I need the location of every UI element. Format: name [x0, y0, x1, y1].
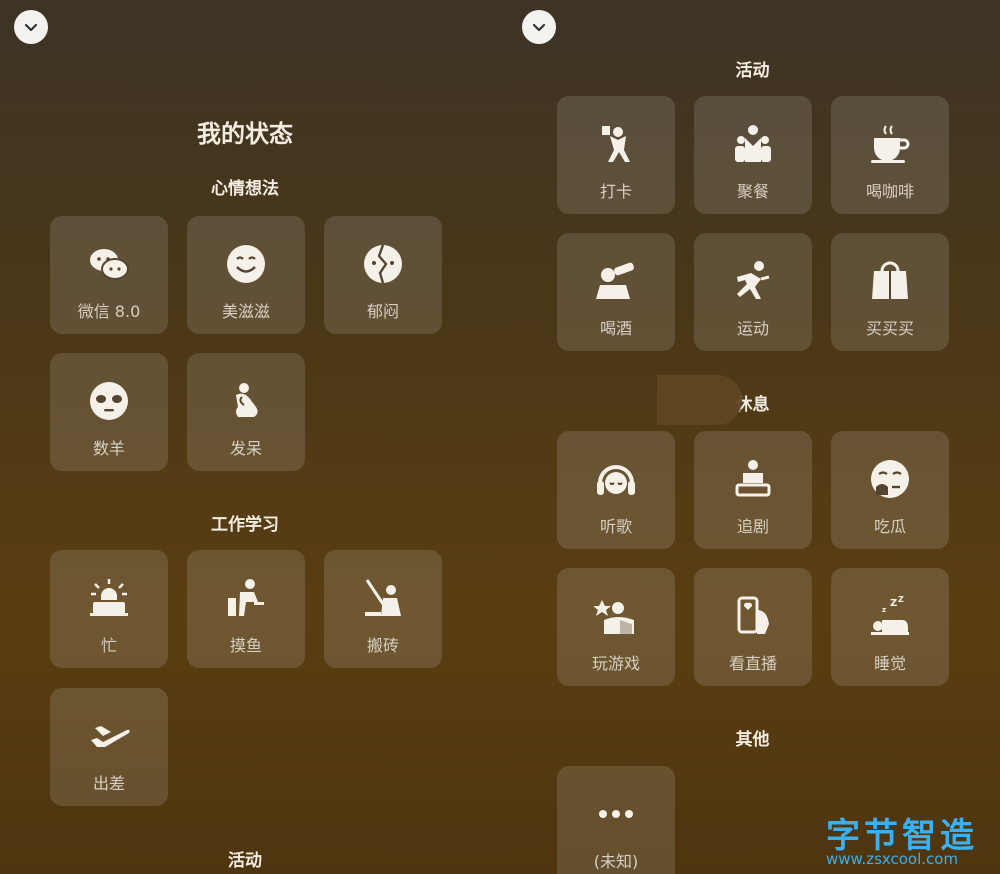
collapse-button[interactable] — [522, 10, 556, 44]
phone-live-icon — [737, 596, 769, 634]
left-status-panel: 我的状态 心情想法 微信 8.0 美滋滋 郁闷 数羊 发呆 工作学习 忙 摸鱼 … — [0, 0, 500, 874]
smile-face-icon — [227, 245, 265, 283]
status-tile-gossip[interactable]: 吃瓜 — [831, 431, 949, 549]
chat-bubbles-icon — [90, 249, 129, 280]
status-tile-binge-watch[interactable]: 追剧 — [694, 431, 812, 549]
status-label: 运动 — [736, 319, 769, 338]
worker-icon — [365, 579, 401, 616]
more-dots-icon — [599, 810, 633, 818]
status-label: 吃瓜 — [873, 517, 906, 536]
status-tile-counting-sheep[interactable]: 数羊 — [50, 353, 168, 471]
drinking-icon — [596, 262, 634, 299]
status-label: 打卡 — [599, 182, 632, 201]
svg-text:Z: Z — [890, 598, 897, 609]
page-title: 我的状态 — [197, 120, 293, 148]
thinker-icon — [236, 383, 258, 417]
group-people-icon — [735, 125, 771, 162]
status-tile-drinking[interactable]: 喝酒 — [557, 233, 675, 351]
status-tile-exercise[interactable]: 运动 — [694, 233, 812, 351]
svg-text:z: z — [882, 606, 886, 614]
status-tile-busy[interactable]: 忙 — [50, 550, 168, 668]
svg-text:Z: Z — [898, 595, 904, 604]
status-tile-business-trip[interactable]: 出差 — [50, 688, 168, 806]
status-label: 美滋滋 — [221, 302, 270, 321]
status-tile-coffee[interactable]: 喝咖啡 — [831, 96, 949, 214]
running-icon — [737, 261, 770, 299]
status-label: 摸鱼 — [229, 636, 262, 655]
coffee-cup-icon — [871, 125, 910, 163]
section-title-mood: 心情想法 — [211, 179, 279, 199]
status-tile-dinner[interactable]: 聚餐 — [694, 96, 812, 214]
status-tile-slacking[interactable]: 摸鱼 — [187, 550, 305, 668]
status-label: 发呆 — [229, 439, 262, 458]
section-title-activity: 活动 — [735, 61, 770, 81]
watermark: 字节智造 www.zsxcool.com — [822, 806, 1000, 874]
sleeping-icon: Z Zz — [871, 595, 909, 635]
status-tile-daydream[interactable]: 发呆 — [187, 353, 305, 471]
section-title-other: 其他 — [735, 730, 770, 750]
status-tile-live-stream[interactable]: 看直播 — [694, 568, 812, 686]
status-label: 聚餐 — [736, 182, 769, 201]
status-tile-unknown[interactable]: (未知) — [557, 766, 675, 874]
status-tile-music[interactable]: 听歌 — [557, 431, 675, 549]
status-label: 睡觉 — [873, 654, 906, 673]
status-label: 追剧 — [736, 517, 769, 536]
status-tile-shopping[interactable]: 买买买 — [831, 233, 949, 351]
status-tile-depressed[interactable]: 郁闷 — [324, 216, 442, 334]
status-tile-gaming[interactable]: 玩游戏 — [557, 568, 675, 686]
status-label: 微信 8.0 — [77, 302, 141, 321]
alarm-laptop-icon — [90, 579, 128, 616]
status-label: 郁闷 — [366, 302, 399, 321]
drag-overlay — [657, 375, 742, 425]
status-tile-checkin[interactable]: 打卡 — [557, 96, 675, 214]
section-title-work: 工作学习 — [211, 515, 279, 535]
chevron-down-icon — [24, 23, 38, 32]
status-tile-happy[interactable]: 美滋滋 — [187, 216, 305, 334]
status-label: 数羊 — [92, 439, 125, 458]
status-label: 看直播 — [728, 654, 777, 673]
section-title-rest: 休息 — [735, 395, 770, 415]
status-tile-wechat[interactable]: 微信 8.0 — [50, 216, 168, 334]
headphones-icon — [597, 465, 635, 495]
broken-face-icon — [364, 244, 402, 284]
section-title-activity: 活动 — [228, 851, 262, 871]
status-label: 听歌 — [599, 517, 632, 536]
right-status-panel: 活动 打卡 聚餐 喝咖啡 喝酒 运动 买买买 休息 听歌 追剧 吃瓜 玩游戏 看… — [500, 0, 1000, 874]
tv-person-icon — [735, 460, 771, 497]
desk-person-icon — [228, 579, 264, 616]
chevron-down-icon — [532, 23, 546, 32]
airplane-icon — [91, 726, 130, 747]
collapse-button[interactable] — [14, 10, 48, 44]
sleepy-sheep-face-icon — [90, 382, 128, 420]
status-label: 搬砖 — [366, 636, 399, 655]
status-label: 喝咖啡 — [865, 182, 914, 201]
status-label: 买买买 — [865, 319, 914, 338]
status-label: 喝酒 — [599, 319, 632, 338]
status-tile-grinding[interactable]: 搬砖 — [324, 550, 442, 668]
status-label: 玩游戏 — [591, 654, 640, 673]
eating-face-icon — [871, 460, 909, 498]
status-label: 忙 — [100, 636, 117, 655]
status-tile-sleep[interactable]: ZZz 睡觉 — [831, 568, 949, 686]
checkin-person-icon — [602, 126, 630, 162]
status-label: 出差 — [92, 774, 125, 793]
shopping-bag-icon — [872, 261, 908, 299]
watermark-url: www.zsxcool.com — [826, 850, 959, 868]
status-label: (未知) — [593, 852, 639, 871]
game-player-icon — [594, 600, 634, 634]
